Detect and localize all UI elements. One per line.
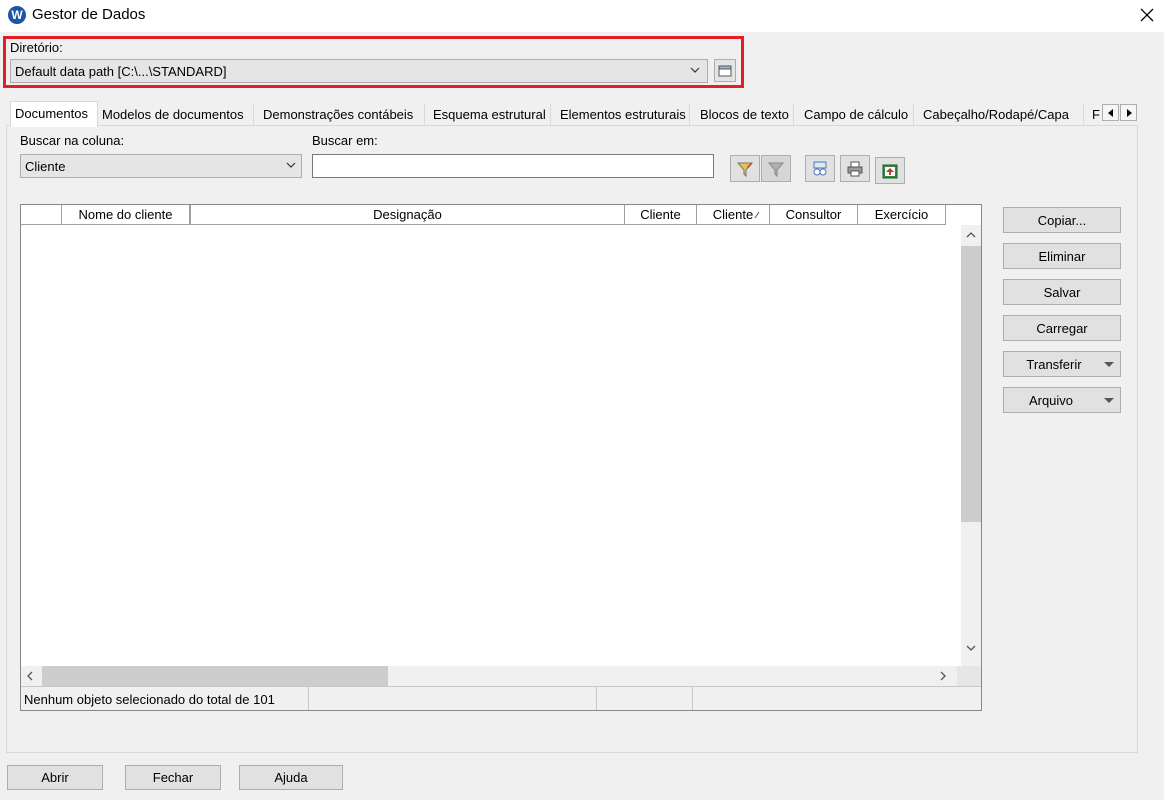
- open-button[interactable]: Abrir: [7, 765, 103, 790]
- browse-folder-icon: [718, 65, 732, 76]
- tab-modelos-de-documentos[interactable]: Modelos de documentos: [98, 104, 254, 126]
- directory-select[interactable]: Default data path [C:\...\STANDARD]: [10, 59, 708, 83]
- column-header-select[interactable]: [21, 205, 62, 224]
- close-icon[interactable]: [1130, 0, 1164, 30]
- copy-button[interactable]: Copiar...: [1003, 207, 1121, 233]
- search-column-select[interactable]: Cliente: [20, 154, 302, 178]
- help-button[interactable]: Ajuda: [239, 765, 343, 790]
- filter-clear-button[interactable]: [761, 155, 791, 182]
- delete-button-label: Eliminar: [1038, 248, 1086, 264]
- scroll-corner: [957, 666, 981, 686]
- tab-esquema-estrutural[interactable]: Esquema estrutural: [429, 104, 551, 126]
- tab-campo-de-calculo[interactable]: Campo de cálculo: [800, 104, 914, 126]
- save-button[interactable]: Salvar: [1003, 279, 1121, 305]
- archive-button-label: Arquivo: [1028, 392, 1074, 408]
- vertical-scroll-thumb[interactable]: [961, 246, 981, 522]
- documents-grid[interactable]: [20, 204, 982, 711]
- status-bar: Nenhum objeto selecionado do total de 10…: [21, 686, 981, 710]
- sort-button[interactable]: [805, 155, 835, 182]
- dropdown-arrow-icon: [1104, 398, 1114, 403]
- save-button-label: Salvar: [1043, 284, 1081, 300]
- dropdown-arrow-icon: [1104, 362, 1114, 367]
- print-icon: [847, 161, 863, 176]
- chevron-right-icon: [1126, 108, 1132, 117]
- load-button[interactable]: Carregar: [1003, 315, 1121, 341]
- tab-scroll-right-button[interactable]: [1120, 104, 1137, 121]
- chevron-down-icon[interactable]: [284, 158, 298, 172]
- chevron-left-icon[interactable]: [24, 669, 36, 683]
- column-header-cliente-sorted[interactable]: Cliente: [697, 205, 770, 224]
- delete-button[interactable]: Eliminar: [1003, 243, 1121, 269]
- title-bar: [0, 0, 1164, 32]
- tab-demonstracoes-contabeis[interactable]: Demonstrações contábeis: [259, 104, 425, 126]
- window-title: Gestor de Dados: [32, 6, 146, 23]
- sort-indicator-icon: [754, 211, 760, 219]
- status-cell-3: [597, 687, 693, 710]
- search-in-input[interactable]: [312, 154, 714, 178]
- copy-button-label: Copiar...: [1037, 212, 1087, 228]
- filter-apply-button[interactable]: [730, 155, 760, 182]
- close-x-glyph: [1140, 8, 1154, 22]
- close-button-label: Fechar: [152, 770, 194, 785]
- tab-blocos-de-texto[interactable]: Blocos de texto: [696, 104, 794, 126]
- tab-elementos-estruturais[interactable]: Elementos estruturais: [556, 104, 690, 126]
- archive-button[interactable]: Arquivo: [1003, 387, 1121, 413]
- tab-strip: Documentos Modelos de documentos Demonst…: [6, 101, 1141, 127]
- sort-icon: [813, 161, 827, 175]
- status-text: Nenhum objeto selecionado do total de 10…: [21, 687, 309, 710]
- transfer-button-label: Transferir: [1026, 356, 1082, 372]
- export-button[interactable]: [875, 157, 905, 184]
- chevron-down-icon[interactable]: [963, 642, 979, 654]
- tab-documentos[interactable]: Documentos: [10, 101, 98, 127]
- export-icon: [882, 164, 898, 178]
- filter-apply-icon: [736, 162, 754, 177]
- tab-scroll-left-button[interactable]: [1102, 104, 1119, 121]
- directory-label: Diretório:: [10, 40, 63, 55]
- chevron-left-icon: [1107, 108, 1113, 117]
- print-button[interactable]: [840, 155, 870, 182]
- horizontal-scroll-thumb[interactable]: [42, 666, 388, 686]
- load-button-label: Carregar: [1036, 320, 1088, 336]
- column-header-nome-do-cliente[interactable]: Nome do cliente: [62, 205, 191, 224]
- chevron-right-icon[interactable]: [937, 669, 949, 683]
- browse-folder-button[interactable]: [714, 59, 736, 82]
- status-cell-2: [309, 687, 597, 710]
- search-in-label: Buscar em:: [312, 133, 378, 148]
- help-button-label: Ajuda: [274, 770, 308, 785]
- transfer-button[interactable]: Transferir: [1003, 351, 1121, 377]
- tab-f-truncated[interactable]: F: [1088, 104, 1102, 126]
- column-header-designacao[interactable]: Designação: [191, 205, 625, 224]
- column-header-consultor[interactable]: Consultor: [770, 205, 858, 224]
- filter-clear-icon: [767, 162, 785, 177]
- column-header-exercicio[interactable]: Exercício: [858, 205, 946, 224]
- app-logo-icon: W: [8, 6, 26, 24]
- open-button-label: Abrir: [41, 770, 69, 785]
- close-button[interactable]: Fechar: [125, 765, 221, 790]
- search-column-label: Buscar na coluna:: [20, 133, 125, 148]
- chevron-up-icon[interactable]: [963, 229, 979, 241]
- column-header-cliente[interactable]: Cliente: [625, 205, 697, 224]
- grid-header: Nome do cliente Designação Cliente Clien…: [21, 205, 946, 225]
- tab-cabecalho-rodape-capa[interactable]: Cabeçalho/Rodapé/Capa: [919, 104, 1084, 126]
- chevron-down-icon[interactable]: [688, 63, 702, 77]
- column-header-cliente-sorted-label: Cliente: [712, 207, 754, 222]
